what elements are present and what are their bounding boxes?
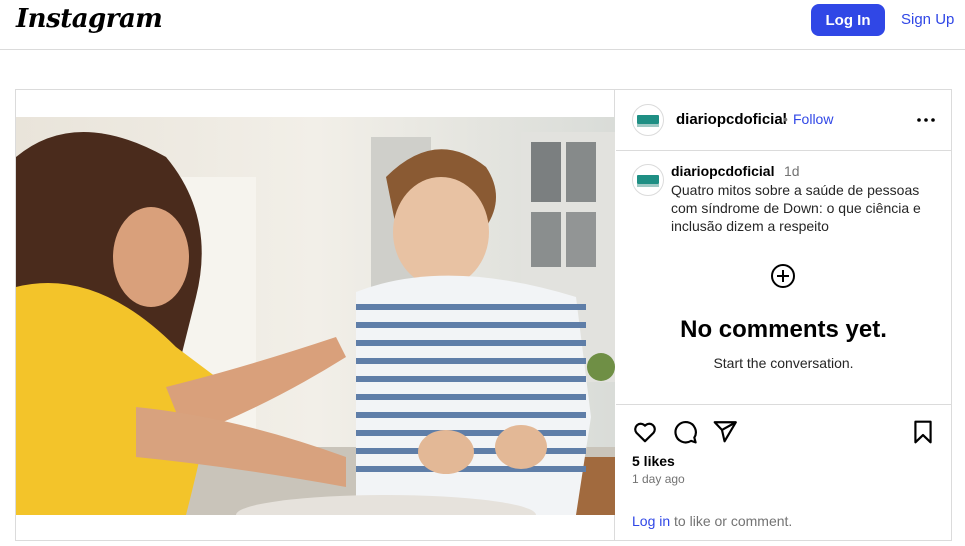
post-card: diariopcdoficial • Follow diariopcdofici… [15,89,952,541]
follow-link[interactable]: Follow [793,111,833,127]
separator-dot: • [783,111,788,127]
share-icon[interactable] [712,419,738,445]
caption-text: Quatro mitos sobre a saúde de pessoas co… [671,182,921,234]
more-options-icon[interactable] [914,110,938,130]
post-header: diariopcdoficial • Follow [616,90,951,151]
caption-avatar[interactable] [632,164,664,196]
post-photo[interactable] [16,117,615,515]
post-media [16,90,615,540]
heart-icon[interactable] [632,419,658,445]
post-sidebar: diariopcdoficial • Follow diariopcdofici… [616,90,951,540]
no-comments-title: No comments yet. [680,316,887,343]
sign-up-link[interactable]: Sign Up [901,11,954,28]
log-in-link[interactable]: Log in [632,513,670,529]
comment-icon[interactable] [672,419,698,445]
caption-username[interactable]: diariopcdoficial [671,163,774,179]
avatar-logo-bar [637,184,659,187]
log-in-button[interactable]: Log In [811,4,885,36]
avatar-logo-mark [637,115,659,124]
login-prompt: Log in to like or comment. [632,513,792,529]
post-time[interactable]: 1 day ago [632,472,685,486]
caption-time[interactable]: 1d [784,163,800,179]
login-prompt-text: to like or comment. [670,513,793,529]
action-section: 5 likes 1 day ago Log in to like or comm… [616,404,951,540]
author-avatar[interactable] [632,104,664,136]
avatar-logo-bar [637,124,659,127]
no-comments-subtitle: Start the conversation. [713,355,854,371]
likes-count[interactable]: 5 likes [632,453,675,469]
instagram-logo[interactable]: Instagram [16,4,163,34]
author-username[interactable]: diariopcdoficial [676,111,787,128]
avatar-logo-mark [637,175,659,184]
add-circle-icon [770,263,796,289]
top-bar: Instagram Log In Sign Up [0,0,965,50]
bookmark-icon[interactable] [910,419,936,445]
